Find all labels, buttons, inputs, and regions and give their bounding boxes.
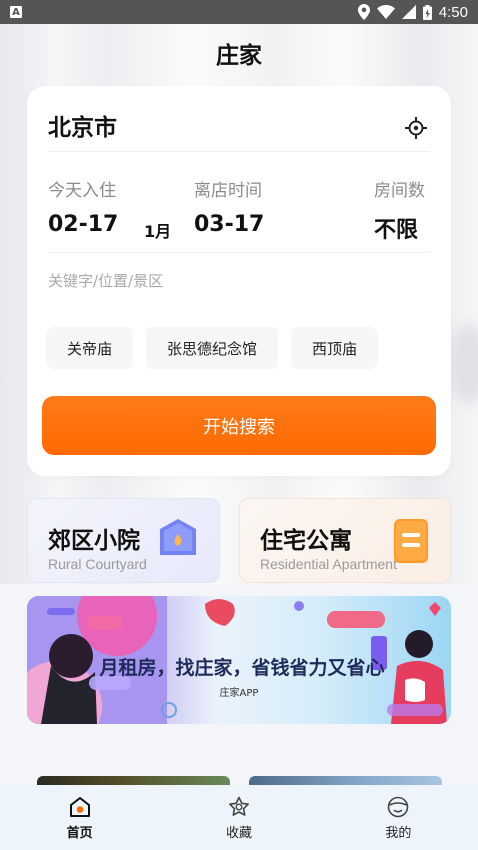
tag-chip[interactable]: 西顶庙	[291, 327, 379, 369]
category-subtitle: Residential Apartment	[260, 556, 397, 572]
checkout-date[interactable]: 03-17	[194, 212, 264, 237]
promo-banner[interactable]: 月租房，找庄家，省钱省力又省心 庄家APP	[27, 596, 451, 724]
tag-chip[interactable]: 张思德纪念馆	[146, 327, 279, 369]
rooms-label: 房间数	[374, 181, 425, 201]
category-residential-apartment[interactable]: 住宅公寓 Residential Apartment	[239, 498, 451, 583]
category-title: 住宅公寓	[260, 528, 352, 554]
category-rural-courtyard[interactable]: 郊区小院 Rural Courtyard	[27, 498, 220, 583]
category-subtitle: Rural Courtyard	[48, 556, 147, 572]
category-title: 郊区小院	[48, 528, 140, 554]
clock: 4:50	[438, 3, 468, 21]
start-search-button[interactable]: 开始搜索	[42, 396, 436, 455]
page-title: 庄家	[216, 43, 262, 69]
search-card: 北京市 今天入住 离店时间 房间数 02-17 1月 03-17 不限 关帝庙 …	[27, 86, 451, 476]
keyword-search-input[interactable]	[48, 268, 428, 294]
home-icon	[69, 797, 90, 817]
banner-tagline: 庄家APP	[219, 688, 259, 699]
tab-label: 首页	[66, 826, 93, 841]
divider	[48, 252, 430, 253]
rooms-value[interactable]: 不限	[374, 212, 418, 244]
wifi-icon	[376, 5, 395, 19]
banner-headline: 月租房，找庄家，省钱省力又省心	[99, 657, 385, 679]
app-notification-icon: A	[10, 6, 22, 18]
locate-icon[interactable]	[404, 116, 428, 140]
tab-favorites[interactable]: 收藏	[159, 785, 318, 850]
tag-chip[interactable]: 关帝庙	[46, 327, 134, 369]
profile-icon	[388, 796, 409, 818]
battery-icon	[422, 4, 432, 20]
house-icon	[160, 519, 196, 555]
signal-icon	[401, 5, 416, 19]
checkin-label: 今天入住	[48, 181, 116, 201]
location-icon	[357, 4, 370, 20]
tab-label: 收藏	[225, 826, 252, 841]
bottom-tab-bar: 首页 收藏 我的	[0, 785, 478, 850]
apartment-icon	[394, 519, 428, 563]
tab-profile[interactable]: 我的	[319, 785, 478, 850]
stay-duration: 1月	[144, 222, 172, 241]
date-labels: 今天入住 离店时间 房间数	[48, 176, 430, 201]
date-values: 02-17 1月 03-17 不限	[48, 212, 430, 244]
tab-home[interactable]: 首页	[0, 785, 159, 850]
city-selector[interactable]: 北京市	[48, 108, 430, 152]
checkin-date[interactable]: 02-17	[48, 212, 118, 237]
status-bar: A 4:50	[0, 0, 478, 24]
star-icon	[228, 796, 249, 816]
hot-tags: 关帝庙 张思德纪念馆 西顶庙	[46, 327, 379, 369]
city-name: 北京市	[48, 115, 117, 141]
tab-label: 我的	[385, 826, 412, 841]
checkout-label: 离店时间	[194, 181, 262, 201]
